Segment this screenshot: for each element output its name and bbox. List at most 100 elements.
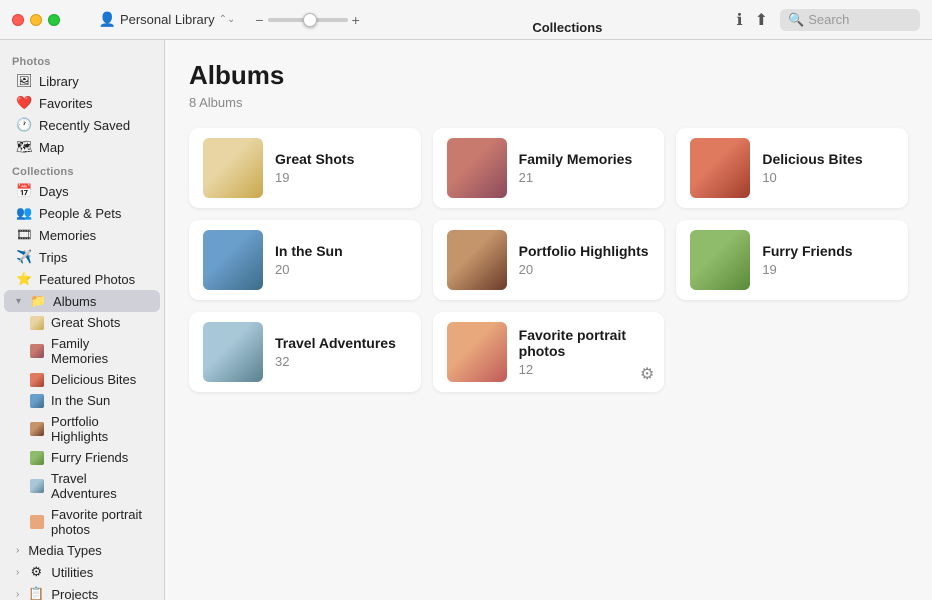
sidebar-item-label: Featured Photos xyxy=(39,272,135,287)
sidebar-item-utilities[interactable]: › ⚙ Utilities xyxy=(4,561,160,583)
search-input[interactable] xyxy=(808,12,908,27)
album-count: 19 xyxy=(762,262,894,277)
album-thumbnail xyxy=(690,230,750,290)
album-name: Furry Friends xyxy=(762,243,894,259)
album-info: Favorite portrait photos 12 xyxy=(519,327,651,377)
sidebar-subitem-delicious-bites[interactable]: Delicious Bites xyxy=(4,369,160,390)
album-name: Portfolio Highlights xyxy=(519,243,651,259)
sidebar-item-label: Library xyxy=(39,74,79,89)
sidebar-subitem-in-the-sun[interactable]: In the Sun xyxy=(4,390,160,411)
sidebar-item-days[interactable]: 📅 Days xyxy=(4,180,160,202)
sidebar-item-albums[interactable]: ▾ 📁 Albums xyxy=(4,290,160,312)
featured-photos-icon: ⭐ xyxy=(16,271,32,287)
sidebar-subitem-travel-adventures[interactable]: Travel Adventures xyxy=(4,468,160,504)
album-name: Favorite portrait photos xyxy=(519,327,651,359)
sidebar-item-library[interactable]: 🖼 Library xyxy=(4,70,160,92)
sidebar-item-label: Days xyxy=(39,184,69,199)
main-layout: Photos 🖼 Library ❤️ Favorites 🕐 Recently… xyxy=(0,40,932,600)
album-card-delicious-bites[interactable]: Delicious Bites 10 xyxy=(676,128,908,208)
sidebar-item-projects[interactable]: › 📋 Projects xyxy=(4,583,160,600)
sidebar-subitem-furry-friends[interactable]: Furry Friends xyxy=(4,447,160,468)
sidebar: Photos 🖼 Library ❤️ Favorites 🕐 Recently… xyxy=(0,40,165,600)
album-info: In the Sun 20 xyxy=(275,243,407,277)
sidebar-subitem-label: Portfolio Highlights xyxy=(51,414,148,444)
album-thumb-furry xyxy=(30,451,44,465)
sidebar-subitem-label: Furry Friends xyxy=(51,450,128,465)
library-label: Personal Library xyxy=(120,12,215,27)
slider-plus-icon: + xyxy=(352,12,360,28)
album-card-in-the-sun[interactable]: In the Sun 20 xyxy=(189,220,421,300)
sidebar-subitem-portfolio[interactable]: Portfolio Highlights xyxy=(4,411,160,447)
album-thumbnail xyxy=(447,230,507,290)
album-thumbnail xyxy=(447,138,507,198)
sidebar-item-featured-photos[interactable]: ⭐ Featured Photos xyxy=(4,268,160,290)
utilities-icon: ⚙ xyxy=(28,564,44,580)
info-button[interactable]: ℹ xyxy=(737,10,743,30)
library-icon: 🖼 xyxy=(16,73,32,89)
picker-chevron: ⌃⌄ xyxy=(219,14,236,25)
album-thumb-great-shots xyxy=(30,316,44,330)
sidebar-item-label: Recently Saved xyxy=(39,118,130,133)
album-info: Family Memories 21 xyxy=(519,151,651,185)
slider-knob[interactable] xyxy=(303,13,317,27)
album-info: Travel Adventures 32 xyxy=(275,335,407,369)
page-title: Albums xyxy=(189,60,908,91)
album-count: 19 xyxy=(275,170,407,185)
collections-section-label: Collections xyxy=(0,158,164,180)
person-icon: 👤 xyxy=(99,11,116,28)
sidebar-item-label: Map xyxy=(39,140,64,155)
thumbnail-size-slider[interactable]: − + xyxy=(255,12,359,28)
album-thumbnail xyxy=(690,138,750,198)
sidebar-subitem-label: Great Shots xyxy=(51,315,120,330)
album-card-family-memories[interactable]: Family Memories 21 xyxy=(433,128,665,208)
sidebar-item-people-pets[interactable]: 👥 People & Pets xyxy=(4,202,160,224)
toolbar-title: Collections xyxy=(532,20,602,35)
sidebar-subitem-label: Travel Adventures xyxy=(51,471,148,501)
toolbar-center: 👤 Personal Library ⌃⌄ − + xyxy=(60,11,398,28)
slider-track[interactable] xyxy=(268,18,348,22)
album-thumbnail xyxy=(203,230,263,290)
album-card-favorite-portrait[interactable]: Favorite portrait photos 12 ⚙ xyxy=(433,312,665,392)
sidebar-item-map[interactable]: 🗺 Map xyxy=(4,136,160,158)
album-card-travel-adventures[interactable]: Travel Adventures 32 xyxy=(189,312,421,392)
sidebar-item-favorites[interactable]: ❤️ Favorites xyxy=(4,92,160,114)
content-area: Albums 8 Albums Great Shots 19 Family Me… xyxy=(165,40,932,600)
albums-icon: 📁 xyxy=(30,293,46,309)
album-thumb-in-sun xyxy=(30,394,44,408)
sidebar-item-recently-saved[interactable]: 🕐 Recently Saved xyxy=(4,114,160,136)
slider-minus-icon: − xyxy=(255,12,263,28)
album-card-portfolio-highlights[interactable]: Portfolio Highlights 20 xyxy=(433,220,665,300)
search-box[interactable]: 🔍 xyxy=(780,9,920,31)
sidebar-subitem-great-shots[interactable]: Great Shots xyxy=(4,312,160,333)
trips-icon: ✈️ xyxy=(16,249,32,265)
sidebar-subitem-label: Family Memories xyxy=(51,336,148,366)
sidebar-item-label: Favorites xyxy=(39,96,92,111)
album-info: Delicious Bites 10 xyxy=(762,151,894,185)
sidebar-item-trips[interactable]: ✈️ Trips xyxy=(4,246,160,268)
minimize-button[interactable] xyxy=(30,14,42,26)
search-icon: 🔍 xyxy=(788,12,804,28)
album-info: Portfolio Highlights 20 xyxy=(519,243,651,277)
chevron-right-icon: › xyxy=(16,545,19,556)
album-count: 32 xyxy=(275,354,407,369)
sidebar-subitem-label: In the Sun xyxy=(51,393,110,408)
chevron-right-icon: › xyxy=(16,589,19,600)
share-button[interactable]: ⬆ xyxy=(755,10,768,30)
photos-section-label: Photos xyxy=(0,48,164,70)
sidebar-item-media-types[interactable]: › Media Types xyxy=(4,540,160,561)
album-card-furry-friends[interactable]: Furry Friends 19 xyxy=(676,220,908,300)
gear-icon[interactable]: ⚙ xyxy=(640,364,654,384)
album-count: 8 Albums xyxy=(189,95,908,110)
close-button[interactable] xyxy=(12,14,24,26)
maximize-button[interactable] xyxy=(48,14,60,26)
library-picker[interactable]: 👤 Personal Library ⌃⌄ xyxy=(99,11,236,28)
album-card-great-shots[interactable]: Great Shots 19 xyxy=(189,128,421,208)
sidebar-item-memories[interactable]: 🎞 Memories xyxy=(4,224,160,246)
memories-icon: 🎞 xyxy=(16,227,32,243)
album-name: Travel Adventures xyxy=(275,335,407,351)
sidebar-subitem-family-memories[interactable]: Family Memories xyxy=(4,333,160,369)
sidebar-subitem-label: Favorite portrait photos xyxy=(51,507,148,537)
chevron-right-icon: › xyxy=(16,567,19,578)
album-count: 10 xyxy=(762,170,894,185)
sidebar-subitem-favorite-portrait[interactable]: Favorite portrait photos xyxy=(4,504,160,540)
